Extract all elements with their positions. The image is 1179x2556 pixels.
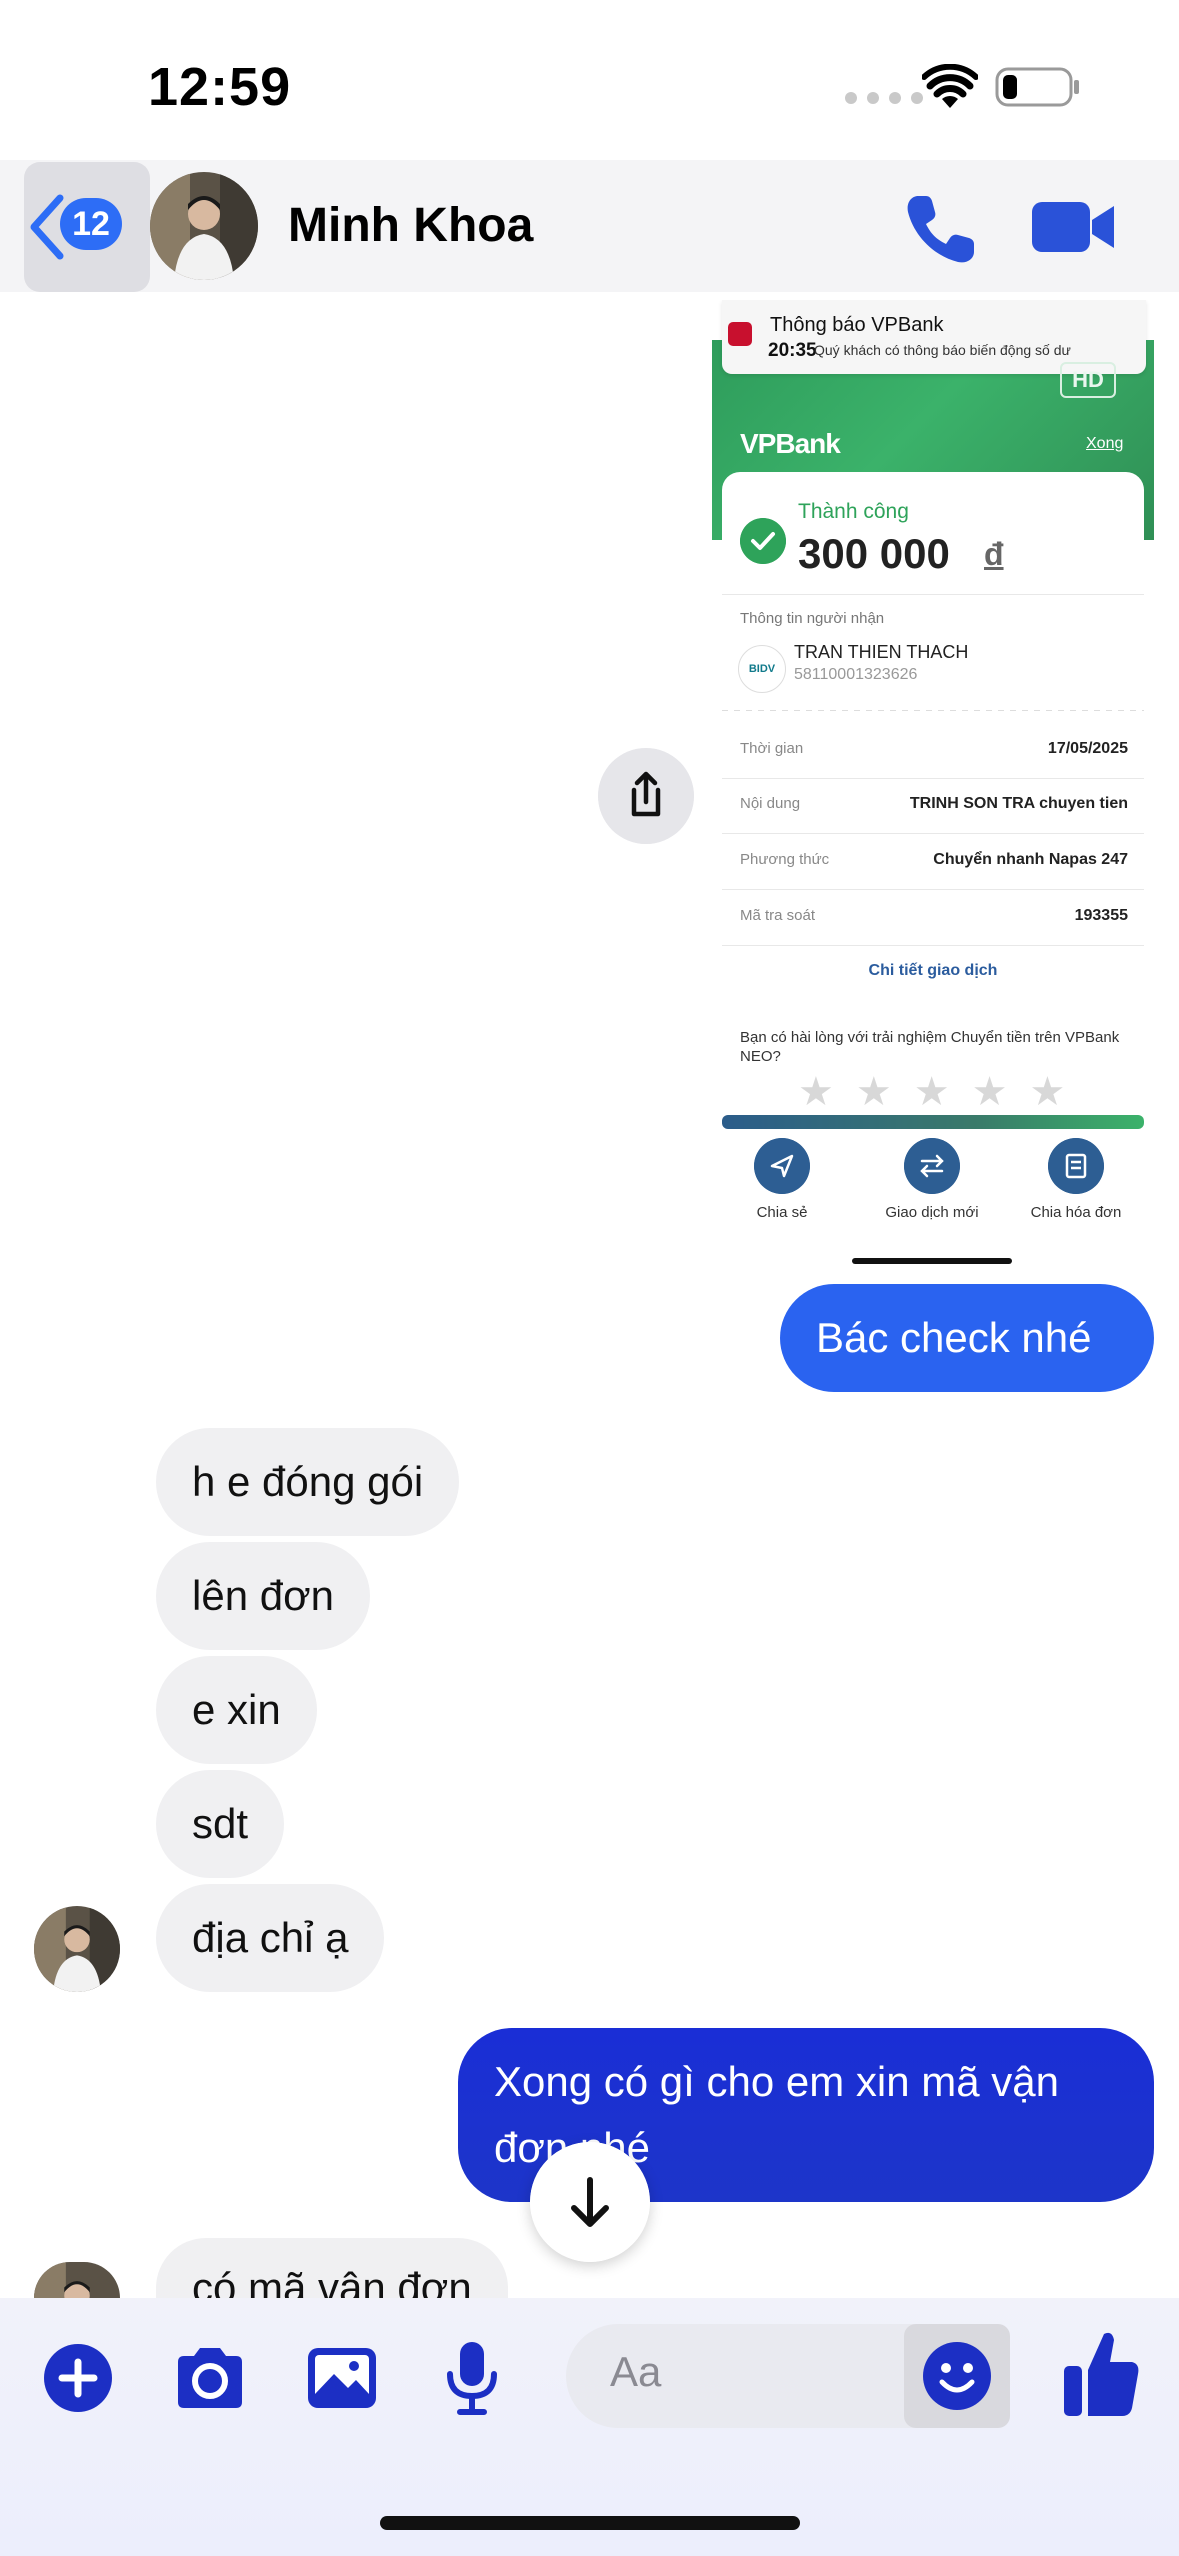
- divider: [722, 594, 1144, 595]
- transfer-amount: 300 000: [798, 530, 950, 577]
- row-label-time: Thời gian: [740, 740, 804, 757]
- row-label-method: Phương thức: [740, 851, 830, 868]
- wifi-icon: [922, 64, 978, 108]
- photo-gallery-icon[interactable]: [302, 2338, 382, 2418]
- notification-time: 20:35: [768, 340, 817, 361]
- action-label-share: Chia sẻ: [756, 1204, 808, 1221]
- action-label-new-transaction: Giao dịch mới: [885, 1204, 979, 1221]
- divider: [722, 778, 1144, 779]
- emoji-button[interactable]: [904, 2324, 1010, 2428]
- row-label-content: Nội dung: [740, 795, 801, 812]
- row-value-trace: 193355: [1074, 907, 1128, 924]
- currency-symbol: đ: [984, 536, 1004, 572]
- unread-count-badge: 12: [60, 198, 122, 250]
- incoming-message[interactable]: địa chỉ ạ: [156, 1884, 385, 1992]
- camera-icon[interactable]: [170, 2338, 250, 2418]
- plus-icon[interactable]: [38, 2338, 118, 2418]
- home-indicator: [852, 1258, 1012, 1264]
- divider: [722, 889, 1144, 890]
- incoming-message[interactable]: sdt: [156, 1770, 285, 1878]
- incoming-message[interactable]: h e đóng gói: [156, 1428, 460, 1536]
- star-icon: ★: [798, 1070, 834, 1114]
- recipient-name: TRAN THIEN THACH: [794, 642, 969, 662]
- row-label-trace: Mã tra soát: [740, 907, 816, 924]
- incoming-message[interactable]: lên đơn: [156, 1542, 370, 1650]
- split-bill-icon: [1048, 1138, 1104, 1194]
- share-icon[interactable]: [598, 748, 694, 844]
- avatar[interactable]: [34, 1906, 120, 1992]
- smiley-icon: [923, 2342, 991, 2410]
- transfer-arrows-icon: [904, 1138, 960, 1194]
- recipient-account: 58110001323626: [794, 666, 918, 683]
- transfer-status: Thành công: [798, 500, 909, 523]
- bank-logo: BIDV: [738, 645, 786, 693]
- transaction-detail-link: Chi tiết giao dịch: [868, 962, 998, 979]
- vpbank-logo: VPBank: [740, 428, 841, 459]
- battery-icon: [995, 67, 1079, 107]
- send-icon: [754, 1138, 810, 1194]
- shared-image-transfer-receipt[interactable]: Thông báo VPBank 20:35 Quý khách có thôn…: [712, 300, 1154, 1265]
- status-time: 12:59: [148, 57, 292, 117]
- microphone-icon[interactable]: [432, 2338, 512, 2418]
- incoming-message[interactable]: e xin: [156, 1656, 317, 1764]
- star-icon: ★: [855, 1070, 892, 1114]
- star-icon: ★: [1029, 1070, 1066, 1114]
- avatar[interactable]: [34, 2262, 120, 2298]
- arrow-down-icon[interactable]: [530, 2142, 650, 2262]
- rating-stars: ★ ★ ★ ★ ★: [798, 1072, 1065, 1112]
- notification-body: Quý khách có thông báo biến động số dư: [814, 342, 1071, 358]
- recipient-label: Thông tin người nhận: [740, 610, 885, 627]
- video-camera-icon[interactable]: [1030, 196, 1116, 258]
- phone-icon[interactable]: [900, 190, 980, 270]
- row-value-time: 17/05/2025: [1047, 740, 1128, 757]
- outgoing-message[interactable]: Bác check nhé: [780, 1284, 1154, 1392]
- row-value-method: Chuyển nhanh Napas 247: [933, 851, 1128, 868]
- divider: [722, 833, 1144, 834]
- row-value-content: TRINH SON TRA chuyen tien: [909, 795, 1128, 812]
- dashed-divider: [722, 710, 1144, 711]
- divider: [722, 945, 1144, 946]
- home-indicator: [380, 2516, 800, 2530]
- thumbs-up-icon[interactable]: [1060, 2326, 1142, 2420]
- star-icon: ★: [913, 1070, 950, 1114]
- action-label-split-bill: Chia hóa đơn: [1030, 1204, 1122, 1221]
- vpbank-app-icon: [728, 322, 752, 346]
- checkmark-icon: [740, 518, 786, 564]
- done-link: Xong: [1086, 435, 1124, 452]
- avatar[interactable]: [150, 172, 258, 280]
- cellular-signal-icon: [845, 92, 923, 104]
- hd-badge: HD: [1060, 362, 1116, 398]
- rating-question: Bạn có hài lòng với trải nghiệm Chuyển t…: [740, 1029, 1120, 1065]
- message-input-placeholder: Aa: [610, 2348, 662, 2395]
- bottom-action-bar: [722, 1115, 1144, 1129]
- notification-title: Thông báo VPBank: [770, 314, 944, 336]
- contact-name[interactable]: Minh Khoa: [288, 198, 533, 253]
- star-icon: ★: [971, 1070, 1008, 1114]
